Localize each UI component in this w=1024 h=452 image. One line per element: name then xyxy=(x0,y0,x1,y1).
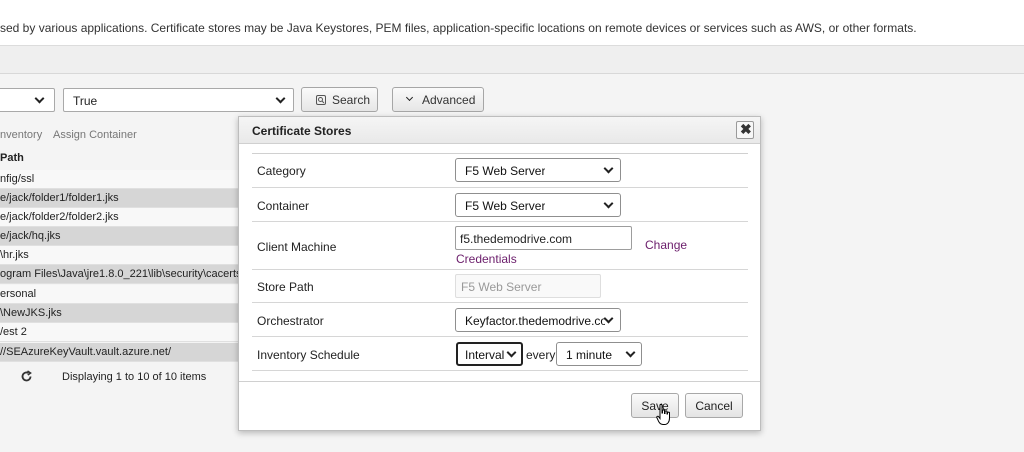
dialog-footer-divider xyxy=(239,381,760,382)
category-row: Category F5 Web Server xyxy=(252,154,748,188)
orchestrator-row: Orchestrator Keyfactor.thedemodrive.cor xyxy=(252,303,748,337)
advanced-button[interactable]: Advanced xyxy=(392,87,484,112)
client-machine-label: Client Machine xyxy=(257,240,337,254)
table-row[interactable]: e/jack/folder2/folder2.jks xyxy=(0,208,240,227)
grid-pager: Displaying 1 to 10 of 10 items xyxy=(0,366,240,388)
search-icon xyxy=(316,95,326,105)
chevron-down-icon xyxy=(34,93,45,104)
table-row[interactable]: \NewJKS.jks xyxy=(0,304,240,323)
table-row[interactable]: /est 2 xyxy=(0,323,240,342)
inventory-schedule-label: Inventory Schedule xyxy=(257,348,360,362)
table-row[interactable]: e/jack/folder1/folder1.jks xyxy=(0,189,240,208)
container-label: Container xyxy=(257,199,310,213)
orchestrator-select[interactable]: Keyfactor.thedemodrive.cor xyxy=(455,308,621,332)
column-header-path[interactable]: Path xyxy=(0,148,240,168)
container-select[interactable]: F5 Web Server xyxy=(455,193,621,217)
credentials-link[interactable]: Credentials xyxy=(456,252,517,266)
certificate-stores-dialog: Certificate Stores ✖ Category F5 Web Ser… xyxy=(238,116,761,431)
chevron-down-icon xyxy=(603,198,614,209)
store-form: Category F5 Web Server Container F5 Web … xyxy=(252,153,748,373)
container-row: Container F5 Web Server xyxy=(252,188,748,222)
chevron-down-icon xyxy=(506,347,517,358)
inventory-action[interactable]: nventory xyxy=(0,129,42,141)
dialog-title-bar: Certificate Stores ✖ xyxy=(239,117,760,144)
table-row[interactable]: e/jack/hq.jks xyxy=(0,227,240,246)
schedule-interval-select[interactable]: Interval xyxy=(456,342,523,366)
hand-cursor-icon xyxy=(656,404,670,425)
table-row[interactable]: ersonal xyxy=(0,285,240,304)
client-machine-input[interactable]: f5.thedemodrive.com xyxy=(455,226,632,250)
close-icon: ✖ xyxy=(740,121,752,137)
cancel-button[interactable]: Cancel xyxy=(685,393,743,418)
store-path-row: Store Path F5 Web Server xyxy=(252,270,748,303)
schedule-frequency-select[interactable]: 1 minute xyxy=(556,342,642,366)
chevron-down-icon xyxy=(625,347,636,358)
grid-toolbar: nventory Assign Container xyxy=(0,123,240,145)
pager-info: Displaying 1 to 10 of 10 items xyxy=(62,371,207,383)
chevron-down-icon xyxy=(603,313,614,324)
value-select[interactable]: True xyxy=(63,88,294,112)
client-machine-row: Client Machine f5.thedemodrive.com Chang… xyxy=(252,222,748,270)
category-label: Category xyxy=(257,164,306,178)
table-row[interactable]: ogram Files\Java\jre1.8.0_221\lib\securi… xyxy=(0,265,240,284)
page-description-bar: sed by various applications. Certificate… xyxy=(0,0,1024,46)
every-text: every xyxy=(526,348,556,362)
store-path-label: Store Path xyxy=(257,280,314,294)
table-row[interactable]: nfig/ssl xyxy=(0,170,240,189)
category-select[interactable]: F5 Web Server xyxy=(455,158,621,182)
chevron-down-icon xyxy=(275,93,286,104)
store-path-input[interactable]: F5 Web Server xyxy=(455,274,601,298)
chevron-down-icon xyxy=(603,163,614,174)
assign-container-action[interactable]: Assign Container xyxy=(53,129,137,141)
chevron-down-icon xyxy=(405,93,414,102)
field-select[interactable] xyxy=(0,88,55,112)
dialog-title: Certificate Stores xyxy=(252,124,352,138)
inventory-schedule-row: Inventory Schedule Interval every 1 minu… xyxy=(252,337,748,371)
refresh-icon[interactable] xyxy=(20,370,33,383)
page-description: sed by various applications. Certificate… xyxy=(0,21,917,35)
table-row[interactable]: //SEAzureKeyVault.vault.azure.net/ xyxy=(0,343,240,362)
table-row[interactable]: \hr.jks xyxy=(0,246,240,265)
change-credentials-link[interactable]: Change xyxy=(645,238,687,252)
toolbar-band xyxy=(0,46,1024,74)
close-button[interactable]: ✖ xyxy=(736,121,754,139)
search-button[interactable]: Search xyxy=(301,87,378,112)
orchestrator-label: Orchestrator xyxy=(257,314,324,328)
